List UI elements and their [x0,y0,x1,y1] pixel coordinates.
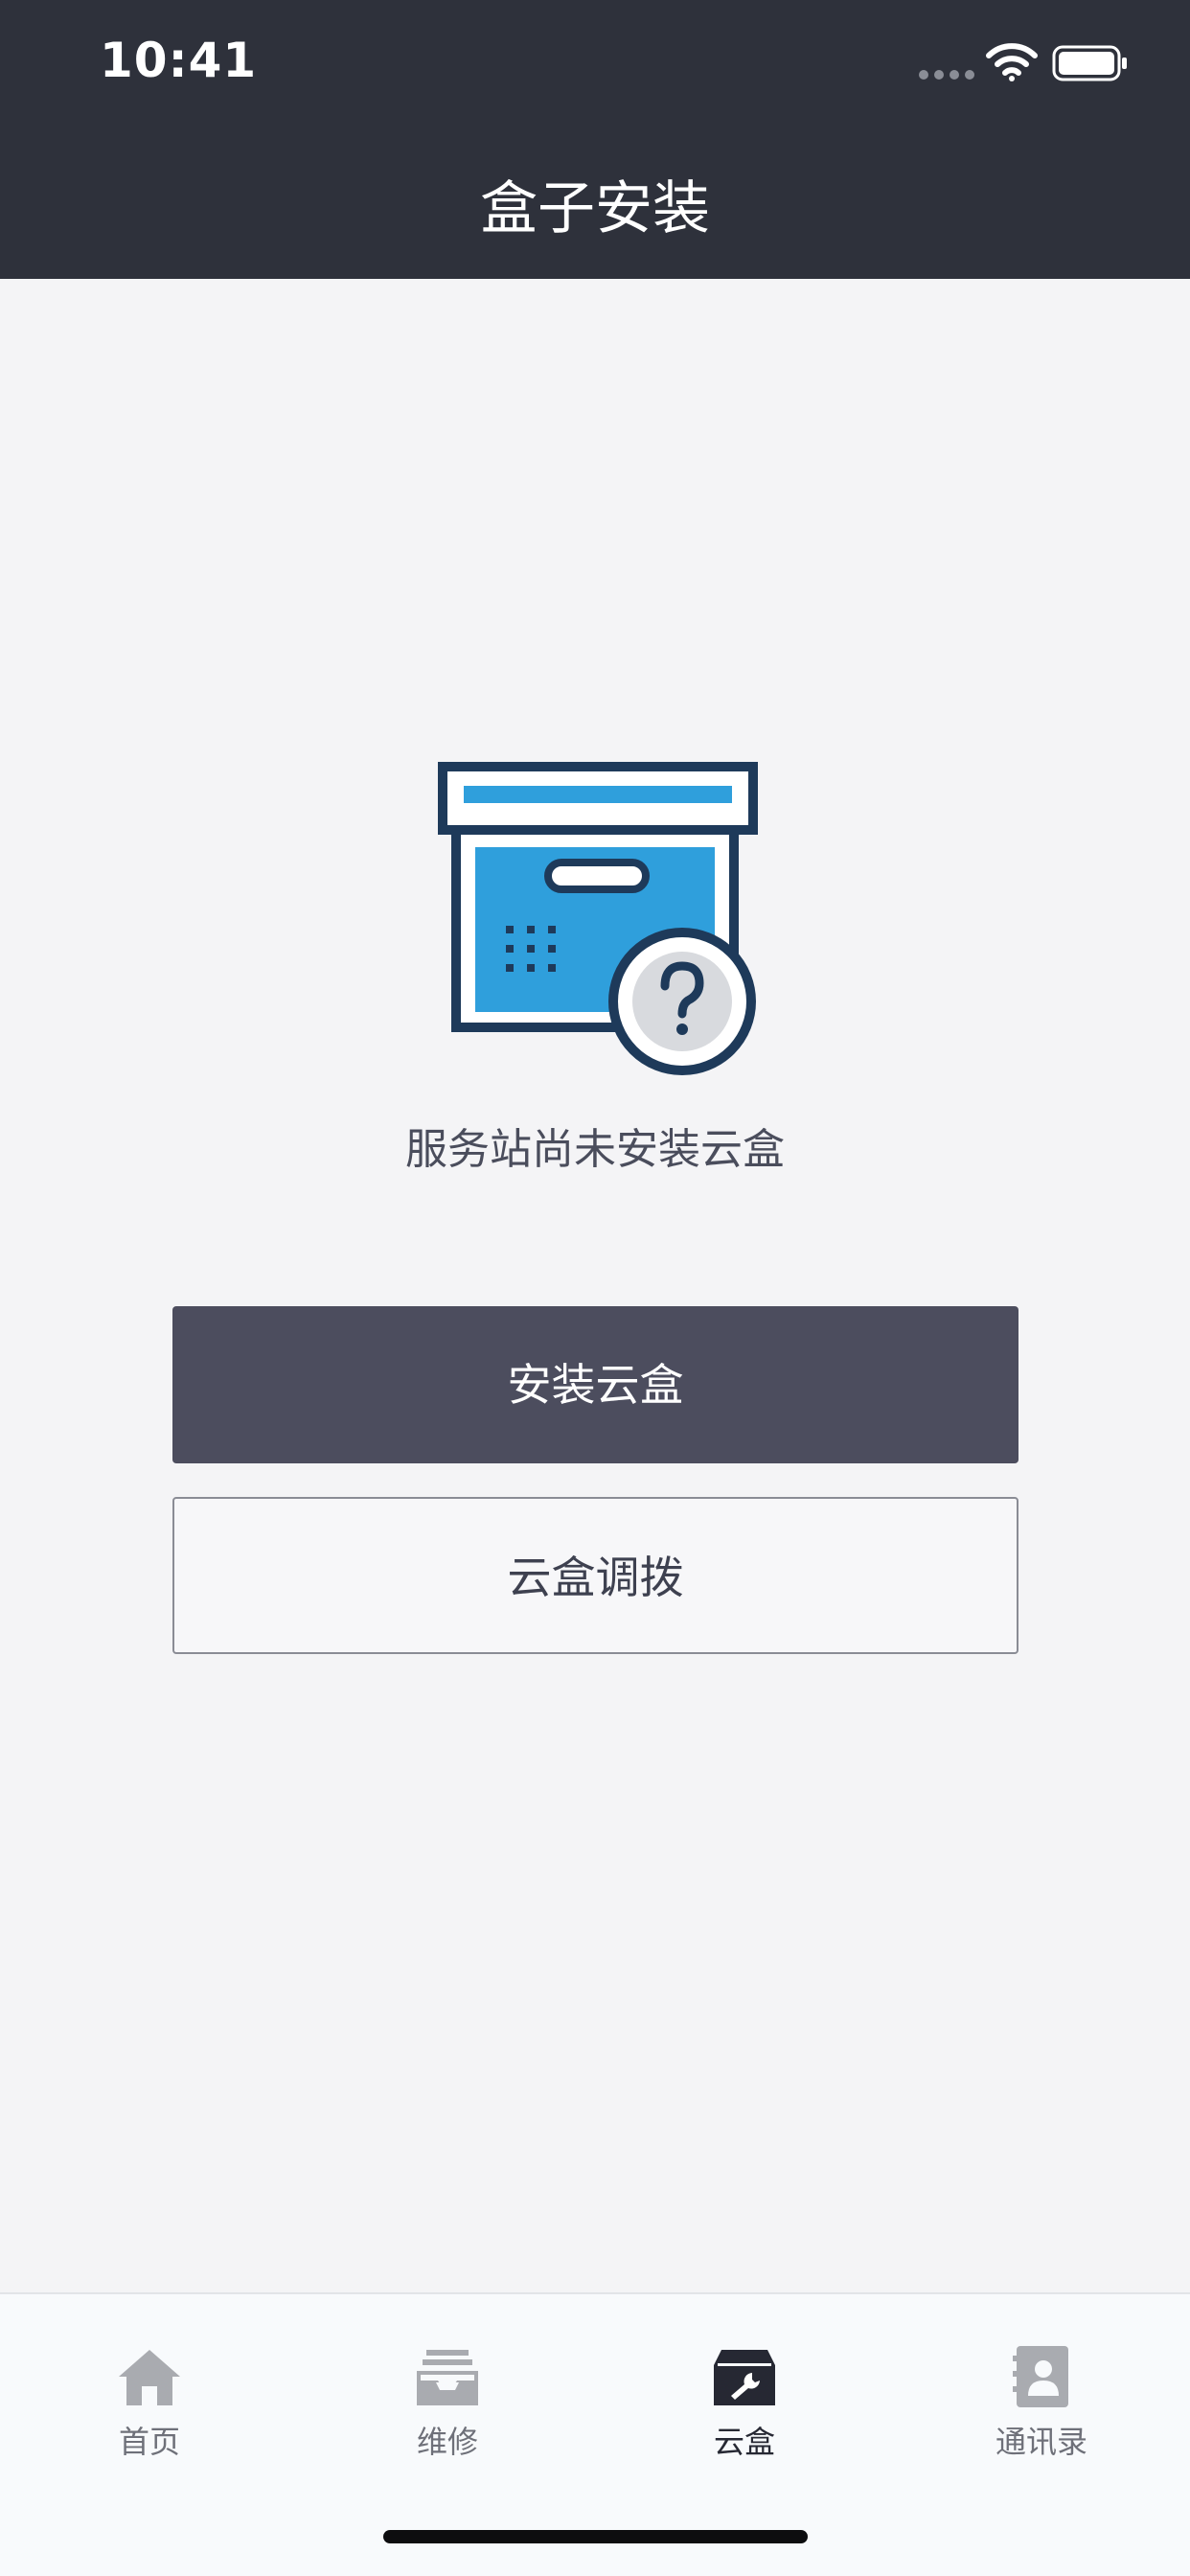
tab-repair[interactable]: 维修 [332,2342,562,2476]
empty-state-message: 服务站尚未安装云盒 [405,1125,785,1174]
box-question-icon [438,762,758,1075]
box-wrench-icon [714,2350,775,2405]
install-cloud-box-button[interactable]: 安装云盒 [172,1306,1018,1463]
wifi-icon [986,43,1038,81]
tab-label-repair: 维修 [416,2424,478,2460]
tab-contacts[interactable]: 通讯录 [927,2342,1156,2476]
home-icon [119,2350,180,2405]
contact-book-icon [1013,2346,1068,2407]
header-bar: 10:41 盒子安装 [0,0,1190,279]
tab-home[interactable]: 首页 [34,2342,264,2476]
home-indicator [383,2530,808,2543]
tab-label-contacts: 通讯录 [995,2424,1087,2460]
tab-label-home: 首页 [118,2424,180,2460]
page-title: 盒子安装 [480,175,710,242]
tab-label-cloud-box: 云盒 [713,2424,775,2460]
transfer-cloud-box-button[interactable]: 云盒调拨 [172,1497,1018,1654]
inbox-icon [417,2350,478,2405]
signal-icon [919,70,974,80]
tab-cloud-box[interactable]: 云盒 [629,2342,859,2476]
battery-icon [1052,45,1127,81]
status-time: 10:41 [100,33,258,88]
